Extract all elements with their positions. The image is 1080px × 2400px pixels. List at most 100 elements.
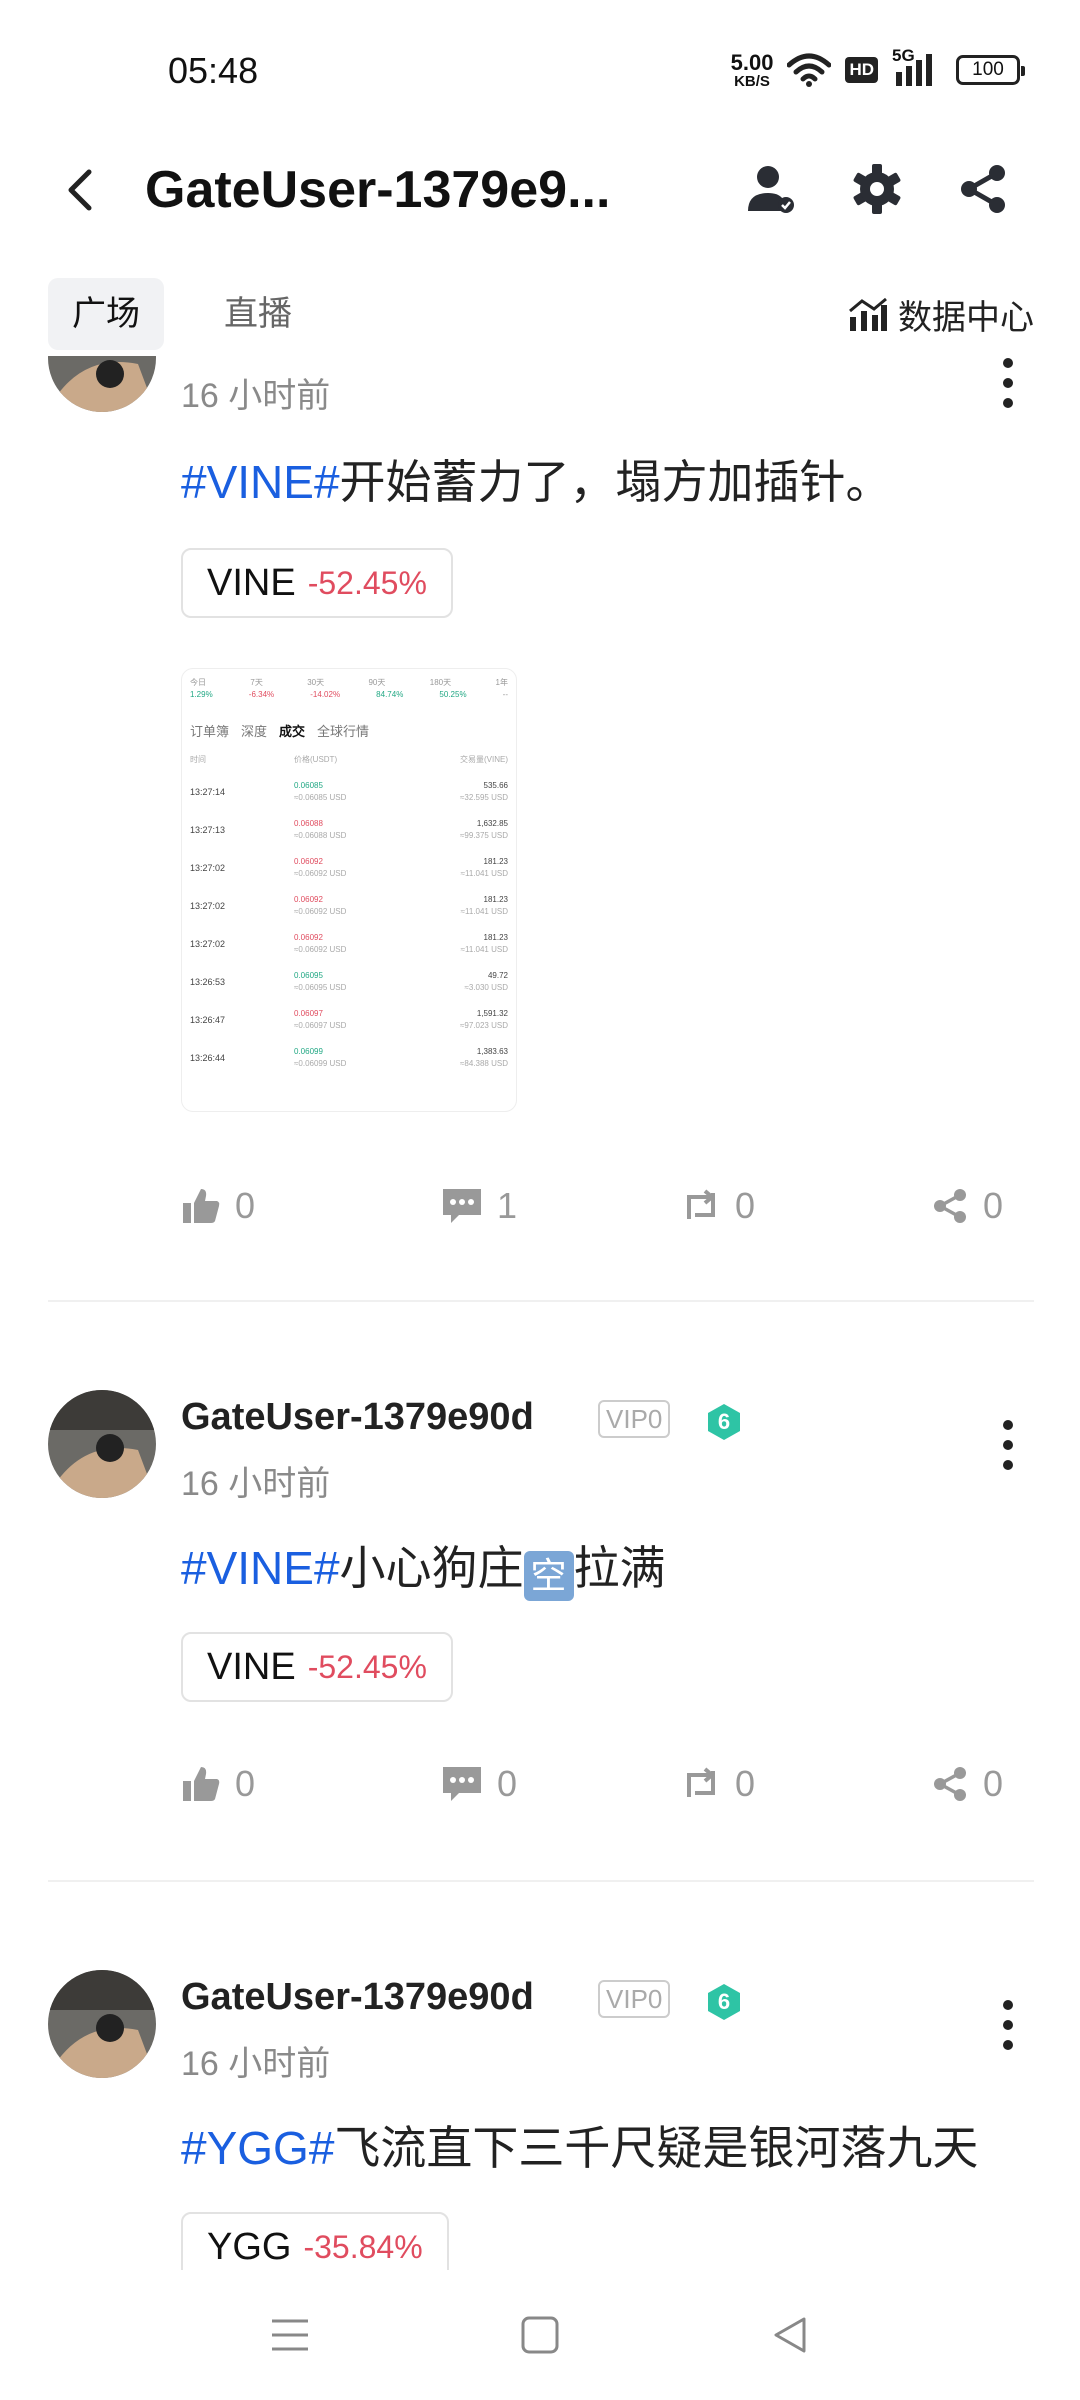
image-text: 1,383.63 [476, 1047, 508, 1056]
hashtag-link[interactable]: #VINE# [181, 456, 340, 508]
image-tabs: 订单簿 深度 成交 全球行情 [190, 721, 508, 740]
tab-square[interactable]: 广场 [48, 278, 164, 350]
more-dot-icon [1003, 2000, 1013, 2010]
image-trade-row: 13:26:47 0.06097 ≈0.06097 USD 1,591.32 ≈97.0… [190, 1005, 508, 1035]
image-text: -6.34% [248, 690, 275, 699]
image-text: 49.72 [487, 971, 508, 980]
coin-tag[interactable]: VINE -52.45% [181, 548, 453, 618]
repost-button[interactable]: 0 [681, 1754, 755, 1814]
menu-button[interactable] [250, 2300, 330, 2370]
post-text: #VINE#开始蓄力了，塌方加插针。 [181, 446, 892, 512]
comment-button[interactable]: 1 [441, 1176, 517, 1236]
share-post-button[interactable]: 0 [931, 1754, 1003, 1814]
image-text: 84.74% [376, 690, 404, 699]
post-divider [48, 1300, 1034, 1302]
data-center-link[interactable]: 数据中心 [848, 290, 1034, 339]
menu-icon [272, 2319, 308, 2351]
image-text: 全球行情 [317, 724, 370, 739]
level-badge: 6 [704, 1402, 744, 1442]
more-options-button[interactable] [988, 1990, 1028, 2060]
level-number: 6 [717, 1409, 731, 1434]
hashtag-link[interactable]: #VINE# [181, 1542, 340, 1594]
comment-count: 0 [497, 1763, 518, 1804]
image-text: 时间 [190, 755, 206, 764]
hd-badge: HD [845, 57, 878, 83]
image-period-headers: 今日 7天 30天 90天 180天 1年 [190, 677, 508, 688]
wifi-icon [787, 53, 832, 87]
more-options-button[interactable] [988, 356, 1028, 418]
image-text: 13:26:47 [190, 1015, 226, 1025]
avatar[interactable] [48, 1970, 156, 2078]
repost-button[interactable]: 0 [681, 1176, 755, 1236]
like-button[interactable]: 0 [181, 1754, 255, 1814]
hashtag-link[interactable]: #YGG# [181, 2122, 334, 2174]
image-text: 180天 [429, 678, 452, 687]
page-title: GateUser-1379e9... [145, 161, 611, 219]
image-price-cell: 0.06092 ≈0.06092 USD [294, 894, 404, 918]
image-text: 181.23 [483, 895, 508, 904]
image-price-cell: 0.06092 ≈0.06092 USD [294, 932, 404, 956]
username[interactable]: GateUser-1379e90d [181, 1976, 534, 2019]
share-button[interactable] [948, 154, 1018, 224]
image-amount-cell: 181.23 ≈11.041 USD [408, 932, 508, 956]
post-actions: 0 1 0 0 [181, 1176, 1041, 1236]
image-text: 13:26:44 [190, 1053, 226, 1063]
image-text: ≈97.023 USD [460, 1021, 508, 1030]
post-image[interactable]: 今日 7天 30天 90天 180天 1年 1.29% -6.34% -14.0… [181, 668, 517, 1112]
like-button[interactable]: 0 [181, 1176, 255, 1236]
image-text: 0.06092 [294, 857, 323, 866]
share-post-button[interactable]: 0 [931, 1176, 1003, 1236]
comment-button[interactable]: 0 [441, 1754, 517, 1814]
home-button[interactable] [500, 2300, 580, 2370]
network-speed-value: 5.00 [730, 49, 774, 75]
chart-icon [849, 297, 887, 331]
image-text: 0.06095 [294, 971, 323, 980]
level-number: 6 [717, 1989, 731, 2014]
gear-icon [853, 164, 901, 214]
image-trade-row: 13:27:13 0.06088 ≈0.06088 USD 1,632.85 ≈99.3… [190, 815, 508, 845]
image-text: 价格(USDT) [294, 755, 338, 764]
image-text: ≈0.06092 USD [294, 945, 347, 954]
image-text: 订单簿 [190, 724, 230, 739]
share-count: 0 [983, 1185, 1004, 1226]
image-text: 1,632.85 [476, 819, 508, 828]
coin-tag[interactable]: VINE -52.45% [181, 1632, 453, 1702]
more-dot-icon [1003, 1420, 1013, 1430]
coin-tag[interactable]: YGG -35.84% [181, 2212, 449, 2276]
avatar[interactable] [48, 1390, 156, 1498]
feed[interactable]: 16 小时前 #VINE#开始蓄力了，塌方加插针。 VINE -52.45% 今… [0, 356, 1080, 2276]
username[interactable]: GateUser-1379e90d [181, 1396, 534, 1439]
post-text-body: 开始蓄力了，塌方加插针。 [339, 456, 892, 508]
system-back-button[interactable] [750, 2300, 830, 2370]
like-count: 0 [235, 1763, 256, 1804]
post-text-body: 拉满 [573, 1542, 666, 1594]
post-text-body: 小心狗庄 [339, 1542, 524, 1594]
cellular-signal-icon: 5G [892, 46, 942, 90]
share-icon [934, 1189, 966, 1223]
settings-button[interactable] [842, 154, 912, 224]
image-text: 0.06099 [294, 1047, 323, 1056]
user-profile-button[interactable] [735, 154, 805, 224]
image-columns: 时间 价格(USDT) 交易量(VINE) [190, 754, 508, 765]
image-amount-cell: 1,383.63 ≈84.388 USD [408, 1046, 508, 1070]
image-text: ≈0.06092 USD [294, 869, 347, 878]
image-text: 7天 [250, 678, 263, 687]
image-text: 今日 [190, 678, 206, 687]
thumbs-up-icon [183, 1189, 220, 1223]
image-text: 1.29% [190, 690, 213, 699]
battery-icon: 100 [956, 55, 1025, 85]
coin-name: YGG [207, 2225, 292, 2268]
image-trade-row: 13:27:14 0.06085 ≈0.06085 USD 535.66 ≈32.595… [190, 777, 508, 807]
image-trade-row: 13:27:02 0.06092 ≈0.06092 USD 181.23 ≈11.041… [190, 891, 508, 921]
image-text: 50.25% [439, 690, 467, 699]
post-text: #VINE#小心狗庄空拉满 [181, 1532, 666, 1601]
image-amount-cell: 1,591.32 ≈97.023 USD [408, 1008, 508, 1032]
image-price-cell: 0.06097 ≈0.06097 USD [294, 1008, 404, 1032]
more-options-button[interactable] [988, 1410, 1028, 1480]
tab-live[interactable]: 直播 [200, 278, 316, 350]
post-time: 16 小时前 [181, 377, 331, 415]
post-time: 16 小时前 [181, 1465, 331, 1503]
tab-bar: 广场 直播 数据中心 [0, 276, 1080, 356]
avatar[interactable] [48, 356, 156, 412]
back-button[interactable] [50, 158, 110, 222]
